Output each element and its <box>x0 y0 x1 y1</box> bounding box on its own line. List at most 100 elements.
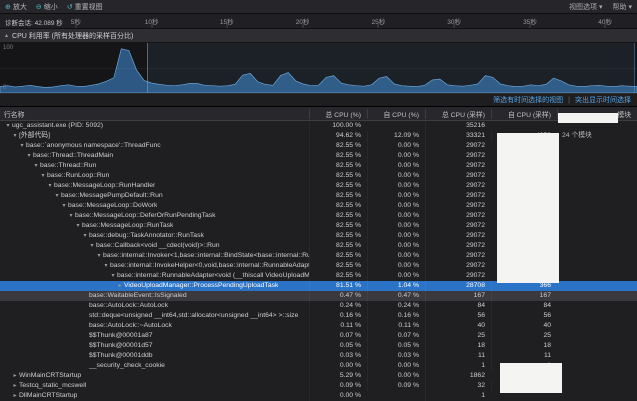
column-header-total-cpu-pct[interactable]: 总 CPU (%) <box>309 109 367 119</box>
total-cpu-pct-cell: 0.07 % <box>309 331 367 341</box>
total-cpu-pct-cell: 82.55 % <box>309 251 367 261</box>
row-name-cell: base::AutoLock::~AutoLock <box>0 321 309 331</box>
collapse-icon[interactable]: ▾ <box>81 231 89 241</box>
expand-icon[interactable]: ▸ <box>116 281 124 291</box>
top-toolbar: ⊕ 放大 ⊖ 缩小 ↺ 重置视图 视图选项 ▾ 帮助 ▾ <box>0 0 637 14</box>
row-name-cell: ▾base::MessageLoop::DeferOrRunPendingTas… <box>0 211 309 221</box>
function-name: std::deque<unsigned __int64,std::allocat… <box>89 311 298 321</box>
total-cpu-pct-cell: 82.55 % <box>309 221 367 231</box>
column-header-self-cpu-pct[interactable]: 自 CPU (%) <box>367 109 425 119</box>
total-cpu-samples-cell: 32 <box>425 381 491 391</box>
self-cpu-pct-cell: 0.00 % <box>367 271 425 281</box>
self-cpu-pct-cell: 0.07 % <box>367 331 425 341</box>
row-name-cell: $$Thunk@00001a87 <box>0 331 309 341</box>
self-cpu-pct-cell: 0.00 % <box>367 181 425 191</box>
collapse-icon[interactable]: ▾ <box>102 261 110 271</box>
highlight-selection-link[interactable]: 突出显示时间选择 <box>575 95 631 105</box>
zoom-out-button[interactable]: ⊖ 缩小 <box>36 2 58 12</box>
view-options-dropdown[interactable]: 视图选项 ▾ <box>569 2 602 12</box>
row-name-cell: ▾base::MessagePumpDefault::Run <box>0 191 309 201</box>
total-cpu-samples-cell: 11 <box>425 351 491 361</box>
module-cell: 24 个模块 <box>557 131 637 141</box>
collapse-icon[interactable]: ▾ <box>46 181 54 191</box>
self-cpu-pct-cell: 0.00 % <box>367 211 425 221</box>
total-cpu-samples-cell: 29072 <box>425 161 491 171</box>
collapse-icon[interactable]: ▾ <box>109 271 117 281</box>
total-cpu-samples-cell: 35216 <box>425 121 491 131</box>
collapse-icon[interactable]: ▾ <box>88 241 96 251</box>
time-selection-overlay[interactable] <box>147 43 636 93</box>
collapse-icon[interactable]: ▾ <box>18 141 26 151</box>
filter-by-time-link[interactable]: 筛选有时间选择的视图 <box>493 95 563 105</box>
self-cpu-pct-cell: 0.00 % <box>367 201 425 211</box>
total-cpu-pct-cell: 0.09 % <box>309 381 367 391</box>
collapse-icon[interactable]: ▾ <box>67 211 75 221</box>
function-name: base::MessageLoop::DoWork <box>68 201 157 211</box>
function-name: base::WaitableEvent::IsSignaled <box>89 291 187 301</box>
self-cpu-pct-cell: 0.00 % <box>367 171 425 181</box>
redaction-box <box>500 363 562 393</box>
total-cpu-pct-cell: 0.03 % <box>309 351 367 361</box>
cpu-section-header[interactable]: ▴ CPU 利用率 (所有处理器的采样百分比) <box>0 29 637 43</box>
table-row[interactable]: $$Thunk@00001ddb0.03 %0.03 %1111 <box>0 351 637 361</box>
self-cpu-samples-cell: 18 <box>491 341 557 351</box>
function-name: base::internal::RunnableAdapter<void (__… <box>117 271 309 281</box>
row-name-cell: base::WaitableEvent::IsSignaled <box>0 291 309 301</box>
table-row[interactable]: base::AutoLock::~AutoLock0.11 %0.11 %404… <box>0 321 637 331</box>
function-name: base::MessagePumpDefault::Run <box>61 191 163 201</box>
row-name-cell: ▾[外部代码] <box>0 131 309 141</box>
collapse-icon[interactable]: ▾ <box>11 131 19 141</box>
timeline-ruler[interactable]: 诊断会话: 42.089 秒 5秒10秒15秒20秒25秒30秒35秒40秒 <box>0 14 637 29</box>
total-cpu-samples-cell: 29072 <box>425 201 491 211</box>
total-cpu-pct-cell: 82.55 % <box>309 201 367 211</box>
total-cpu-samples-cell: 56 <box>425 311 491 321</box>
self-cpu-pct-cell: 12.09 % <box>367 131 425 141</box>
collapse-icon[interactable]: ▾ <box>53 191 61 201</box>
table-row[interactable]: $$Thunk@00001a870.07 %0.07 %2525 <box>0 331 637 341</box>
self-cpu-pct-cell: 0.24 % <box>367 301 425 311</box>
row-name-cell: ▾base::debug::TaskAnnotator::RunTask <box>0 231 309 241</box>
row-name-cell: ▾base::`anonymous namespace'::ThreadFunc <box>0 141 309 151</box>
zoom-out-label: 缩小 <box>44 2 58 12</box>
collapse-icon[interactable]: ▾ <box>25 151 33 161</box>
expand-icon[interactable]: ▸ <box>11 381 19 391</box>
table-row[interactable]: ▾ugc_assistant.exe (PID: 5092)100.00 %35… <box>0 121 637 131</box>
self-cpu-pct-cell: 0.16 % <box>367 311 425 321</box>
collapse-icon[interactable]: ▾ <box>39 171 47 181</box>
help-dropdown[interactable]: 帮助 ▾ <box>613 2 632 12</box>
function-name: [外部代码] <box>19 131 50 141</box>
table-row[interactable]: std::deque<unsigned __int64,std::allocat… <box>0 311 637 321</box>
row-name-cell: std::deque<unsigned __int64,std::allocat… <box>0 311 309 321</box>
redaction-box <box>497 133 559 283</box>
function-name: WinMainCRTStartup <box>19 371 81 381</box>
total-cpu-pct-cell: 82.55 % <box>309 141 367 151</box>
column-header-total-cpu-samples[interactable]: 总 CPU (采样) <box>425 109 491 119</box>
column-header-self-cpu-samples[interactable]: 自 CPU (采样) <box>491 109 557 119</box>
cpu-utilization-chart[interactable]: 100 0 <box>0 43 637 94</box>
collapse-icon[interactable]: ▾ <box>95 251 103 261</box>
total-cpu-samples-cell: 29072 <box>425 241 491 251</box>
zoom-in-button[interactable]: ⊕ 放大 <box>5 2 27 12</box>
collapse-icon[interactable]: ▾ <box>60 201 68 211</box>
toolbar-right-group: 视图选项 ▾ 帮助 ▾ <box>569 2 632 12</box>
collapse-icon[interactable]: ▾ <box>32 161 40 171</box>
call-tree-header: 行名称 总 CPU (%) 自 CPU (%) 总 CPU (采样) 自 CPU… <box>0 107 637 121</box>
function-name: base::Thread::Run <box>40 161 96 171</box>
reset-view-button[interactable]: ↺ 重置视图 <box>67 2 103 12</box>
collapse-icon[interactable]: ▾ <box>74 221 82 231</box>
expand-icon[interactable]: ▸ <box>11 371 19 381</box>
total-cpu-samples-cell: 1862 <box>425 371 491 381</box>
collapse-icon[interactable]: ▾ <box>4 121 12 131</box>
column-header-row-name[interactable]: 行名称 <box>0 109 309 119</box>
row-name-cell: ▾base::RunLoop::Run <box>0 171 309 181</box>
self-cpu-pct-cell: 0.00 % <box>367 241 425 251</box>
self-cpu-samples-cell: 167 <box>491 291 557 301</box>
total-cpu-samples-cell: 29072 <box>425 141 491 151</box>
total-cpu-pct-cell: 82.55 % <box>309 161 367 171</box>
table-row[interactable]: $$Thunk@00001d570.05 %0.05 %1818 <box>0 341 637 351</box>
table-row[interactable]: base::WaitableEvent::IsSignaled0.47 %0.4… <box>0 291 637 301</box>
table-row[interactable]: base::AutoLock::AutoLock0.24 %0.24 %8484 <box>0 301 637 311</box>
collapse-section-icon[interactable]: ▴ <box>5 32 8 39</box>
total-cpu-samples-cell: 18 <box>425 341 491 351</box>
total-cpu-samples-cell: 40 <box>425 321 491 331</box>
